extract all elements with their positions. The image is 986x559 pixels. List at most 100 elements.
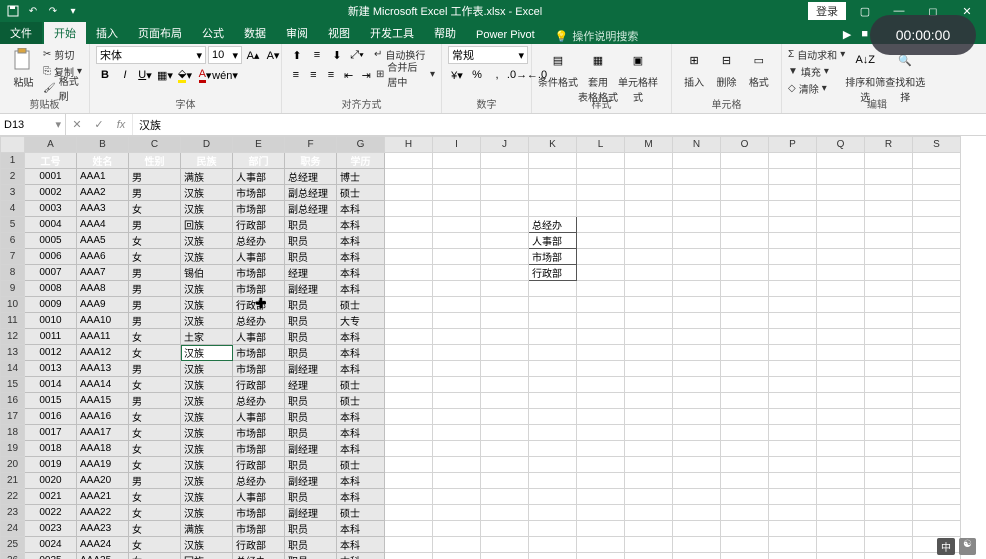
cell[interactable] (769, 153, 817, 169)
data-cell[interactable]: AAA25 (77, 553, 129, 559)
cell[interactable] (913, 361, 961, 377)
cell[interactable] (865, 281, 913, 297)
cell[interactable] (817, 393, 865, 409)
cell[interactable] (769, 265, 817, 281)
cell[interactable] (865, 265, 913, 281)
data-cell[interactable]: 本科 (337, 553, 385, 559)
data-cell[interactable]: AAA7 (77, 265, 129, 281)
cell[interactable] (577, 457, 625, 473)
format-cells-button[interactable]: ▭格式 (743, 46, 775, 89)
cell[interactable] (577, 281, 625, 297)
cell[interactable] (385, 233, 433, 249)
row-header-9[interactable]: 9 (1, 281, 25, 297)
data-cell[interactable]: 汉族 (181, 505, 233, 521)
cell[interactable] (481, 505, 529, 521)
cell[interactable] (433, 425, 481, 441)
data-cell[interactable]: 职员 (285, 521, 337, 537)
data-cell[interactable]: 男 (129, 281, 181, 297)
tab-formulas[interactable]: 公式 (192, 22, 234, 44)
data-cell[interactable]: AAA6 (77, 249, 129, 265)
cell[interactable] (433, 249, 481, 265)
data-cell[interactable]: 女 (129, 409, 181, 425)
cell[interactable] (721, 425, 769, 441)
data-cell[interactable]: 市场部 (233, 441, 285, 457)
cell[interactable] (433, 441, 481, 457)
formula-input[interactable]: 汉族 (133, 117, 986, 133)
data-cell[interactable]: 汉族 (181, 377, 233, 393)
conditional-format-button[interactable]: ▤条件格式 (538, 46, 578, 89)
data-cell[interactable]: 市场部 (233, 281, 285, 297)
tab-review[interactable]: 审阅 (276, 22, 318, 44)
data-cell[interactable]: 汉族 (181, 297, 233, 313)
cell[interactable] (721, 313, 769, 329)
table-header-cell[interactable]: 学历 (337, 153, 385, 169)
data-cell[interactable]: 本科 (337, 537, 385, 553)
row-header-5[interactable]: 5 (1, 217, 25, 233)
cell[interactable] (673, 345, 721, 361)
data-cell[interactable]: 人事部 (233, 409, 285, 425)
cell[interactable] (817, 297, 865, 313)
data-cell[interactable]: 职员 (285, 345, 337, 361)
cell[interactable] (913, 345, 961, 361)
data-cell[interactable]: 0016 (25, 409, 77, 425)
cell[interactable] (817, 185, 865, 201)
autosum-button[interactable]: Σ 自动求和▾ (788, 46, 845, 62)
cell[interactable] (481, 185, 529, 201)
cell[interactable] (529, 537, 577, 553)
data-cell[interactable]: 回族 (181, 217, 233, 233)
data-cell[interactable]: 行政部 (233, 537, 285, 553)
tab-powerpivot[interactable]: Power Pivot (466, 26, 545, 44)
cell[interactable] (769, 441, 817, 457)
data-cell[interactable]: 汉族 (181, 489, 233, 505)
data-cell[interactable]: 满族 (181, 169, 233, 185)
cell[interactable] (673, 297, 721, 313)
cell[interactable] (913, 201, 961, 217)
cell[interactable] (577, 537, 625, 553)
data-cell[interactable]: 市场部 (233, 505, 285, 521)
data-cell[interactable]: 汉族 (181, 185, 233, 201)
format-painter-button[interactable]: 🖌格式刷 (43, 80, 83, 96)
cell[interactable] (625, 457, 673, 473)
cell[interactable] (913, 249, 961, 265)
cell[interactable] (433, 345, 481, 361)
merge-center-button[interactable]: ⊞合并后居中▾ (376, 66, 435, 82)
data-cell[interactable]: AAA2 (77, 185, 129, 201)
cell[interactable] (577, 153, 625, 169)
cell[interactable] (529, 505, 577, 521)
cell[interactable] (817, 457, 865, 473)
cell[interactable] (865, 361, 913, 377)
cell[interactable] (865, 153, 913, 169)
data-cell[interactable]: 经理 (285, 265, 337, 281)
cell[interactable] (913, 233, 961, 249)
col-header-Q[interactable]: Q (817, 137, 865, 153)
data-cell[interactable]: 女 (129, 201, 181, 217)
cell[interactable] (481, 441, 529, 457)
cell[interactable] (481, 393, 529, 409)
data-cell[interactable]: 0009 (25, 297, 77, 313)
data-cell[interactable]: 男 (129, 361, 181, 377)
cell[interactable] (865, 345, 913, 361)
cell[interactable] (769, 185, 817, 201)
cell[interactable] (529, 281, 577, 297)
table-header-cell[interactable]: 姓名 (77, 153, 129, 169)
cell[interactable] (625, 473, 673, 489)
cell[interactable] (577, 169, 625, 185)
data-cell[interactable]: 汉族 (181, 393, 233, 409)
cell[interactable] (625, 265, 673, 281)
cell[interactable] (385, 217, 433, 233)
row-header-21[interactable]: 21 (1, 473, 25, 489)
row-header-19[interactable]: 19 (1, 441, 25, 457)
cell[interactable] (529, 345, 577, 361)
cell[interactable] (529, 521, 577, 537)
tab-view[interactable]: 视图 (318, 22, 360, 44)
font-size-select[interactable]: 10▾ (208, 46, 242, 64)
indent-decrease-button[interactable]: ⇤ (341, 66, 357, 84)
cell[interactable] (481, 313, 529, 329)
cell[interactable] (913, 185, 961, 201)
cell[interactable] (577, 233, 625, 249)
data-cell[interactable]: 职员 (285, 217, 337, 233)
data-cell[interactable]: 汉族 (181, 249, 233, 265)
tab-home[interactable]: 开始 (44, 22, 86, 44)
tab-help[interactable]: 帮助 (424, 22, 466, 44)
cell[interactable] (865, 425, 913, 441)
